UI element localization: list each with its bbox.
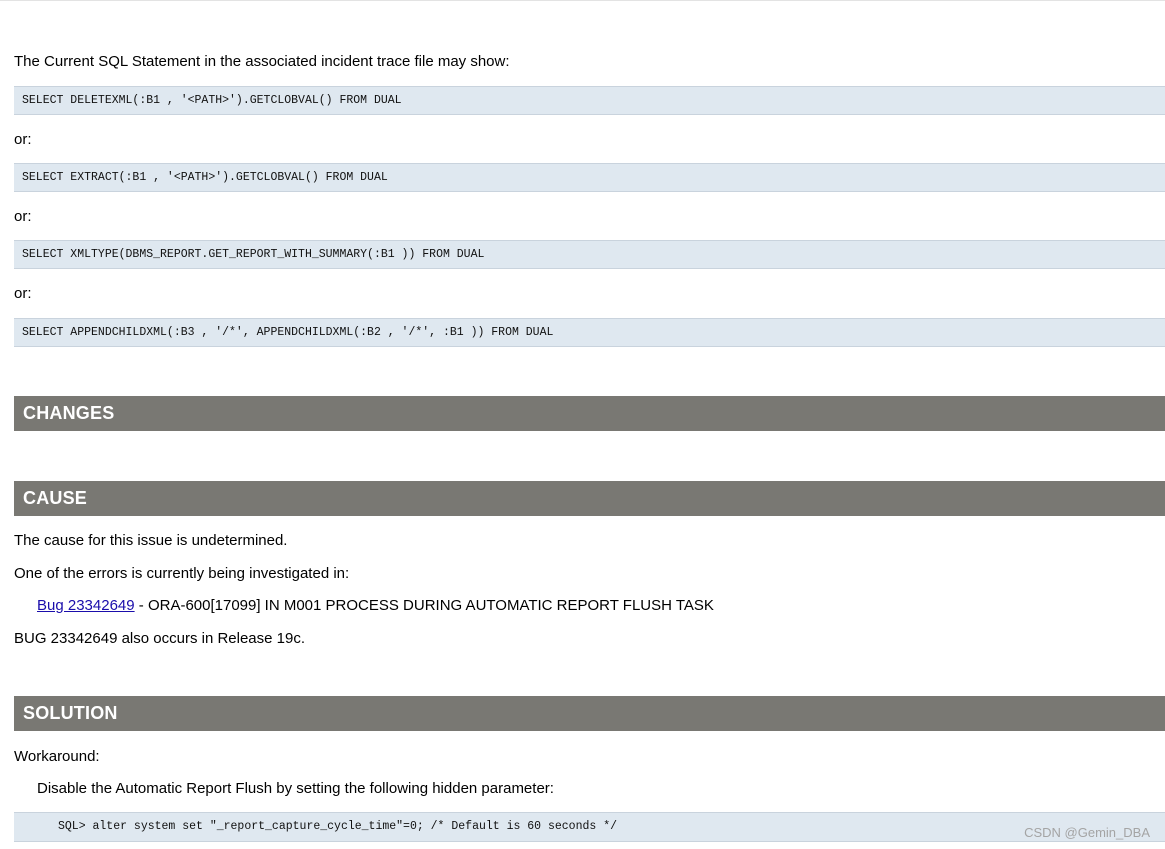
release-note-text: BUG 23342649 also occurs in Release 19c. — [14, 630, 306, 647]
top-border — [0, 0, 1165, 1]
intro-text: The Current SQL Statement in the associa… — [14, 53, 510, 70]
bug-reference: Bug 23342649 - ORA-600[17099] IN M001 PR… — [37, 597, 714, 615]
section-heading-changes: CHANGES — [14, 396, 1165, 431]
workaround-instruction: Disable the Automatic Report Flush by se… — [37, 780, 554, 797]
sql-statement-1: SELECT DELETEXML(:B1 , '<PATH>').GETCLOB… — [14, 86, 1165, 115]
cause-text: The cause for this issue is undetermined… — [14, 532, 288, 549]
or-separator-2: or: — [14, 208, 32, 225]
or-separator-1: or: — [14, 131, 32, 148]
bug-description: - ORA-600[17099] IN M001 PROCESS DURING … — [134, 597, 714, 614]
or-separator-3: or: — [14, 285, 32, 302]
csdn-watermark: CSDN @Gemin_DBA — [1024, 825, 1150, 840]
section-heading-cause: CAUSE — [14, 481, 1165, 516]
workaround-sql-code: SQL> alter system set "_report_capture_c… — [14, 812, 1165, 842]
section-heading-solution: SOLUTION — [14, 696, 1165, 731]
sql-statement-3: SELECT XMLTYPE(DBMS_REPORT.GET_REPORT_WI… — [14, 240, 1165, 269]
sql-statement-4: SELECT APPENDCHILDXML(:B3 , '/*', APPEND… — [14, 318, 1165, 347]
bug-link[interactable]: Bug 23342649 — [37, 597, 135, 614]
investigation-text: One of the errors is currently being inv… — [14, 565, 350, 582]
workaround-label: Workaround: — [14, 748, 100, 765]
sql-statement-2: SELECT EXTRACT(:B1 , '<PATH>').GETCLOBVA… — [14, 163, 1165, 192]
